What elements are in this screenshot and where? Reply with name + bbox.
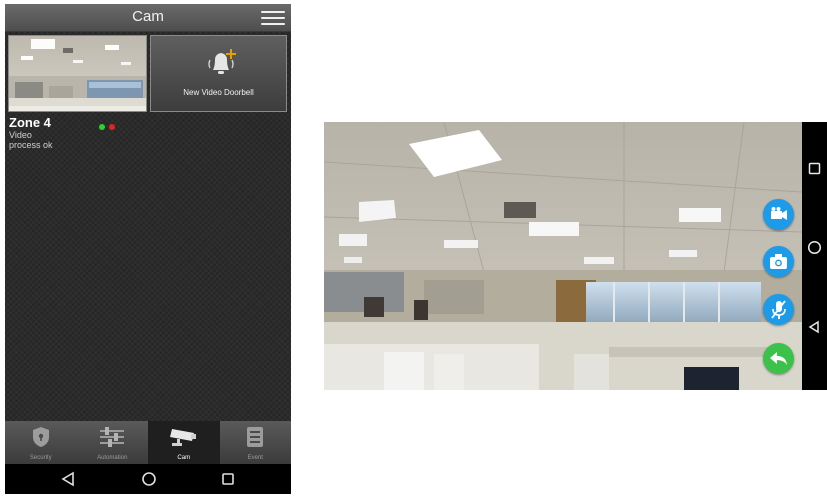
record-video-button[interactable] [763, 199, 794, 230]
live-video-feed[interactable] [324, 122, 802, 390]
landscape-live-view [324, 122, 827, 390]
cam-list: New Video Doorbell Zone 4 Video process … [5, 32, 291, 421]
app-header: Cam [5, 4, 291, 32]
snapshot-button[interactable] [763, 246, 794, 277]
tab-automation-label: Automation [97, 455, 128, 461]
sliders-icon [99, 426, 125, 453]
cctv-camera-icon [169, 426, 199, 453]
tab-cam-label: Cam [177, 455, 191, 461]
tab-event-label: Event [247, 455, 263, 461]
page-title: Cam [132, 8, 164, 25]
shield-icon [31, 426, 51, 453]
new-video-doorbell-label: New Video Doorbell [183, 88, 254, 97]
tab-automation[interactable]: Automation [77, 421, 149, 464]
microphone-off-icon [771, 300, 786, 319]
office-camera-frame [324, 122, 802, 390]
recents-icon[interactable] [808, 162, 821, 180]
zone-status-line-1: Video [9, 130, 32, 140]
home-icon[interactable] [807, 240, 822, 260]
tab-cam[interactable]: Cam [148, 421, 220, 464]
status-dot-red [109, 124, 115, 130]
back-icon[interactable] [807, 320, 821, 339]
hamburger-menu-icon[interactable] [261, 11, 285, 25]
tab-event[interactable]: Event [220, 421, 292, 464]
back-icon[interactable] [61, 471, 75, 492]
zone-info: Zone 4 Video process ok [9, 115, 119, 150]
recents-icon[interactable] [221, 472, 235, 491]
zone-status-line-2: process ok [9, 140, 53, 150]
office-camera-thumbnail [9, 36, 146, 111]
doorbell-plus-icon [207, 48, 237, 83]
bottom-tab-bar: Security Automation Cam Event [5, 421, 291, 464]
landscape-system-nav-bar [802, 122, 827, 390]
home-icon[interactable] [141, 471, 157, 492]
back-button[interactable] [763, 343, 794, 374]
system-nav-bar [5, 464, 291, 494]
mute-mic-button[interactable] [763, 294, 794, 325]
reply-arrow-icon [770, 352, 787, 365]
camera-icon [770, 254, 787, 269]
status-dot-green [99, 124, 105, 130]
video-camera-icon [771, 207, 787, 220]
camera-preview-tile[interactable] [8, 35, 147, 112]
event-list-icon [246, 426, 264, 453]
tab-security-label: Security [29, 455, 52, 461]
new-video-doorbell-tile[interactable]: New Video Doorbell [150, 35, 287, 112]
portrait-app-screen: Cam New Video Doorbell Zone 4 Video proc… [5, 4, 291, 494]
tab-security[interactable]: Security [5, 421, 77, 464]
